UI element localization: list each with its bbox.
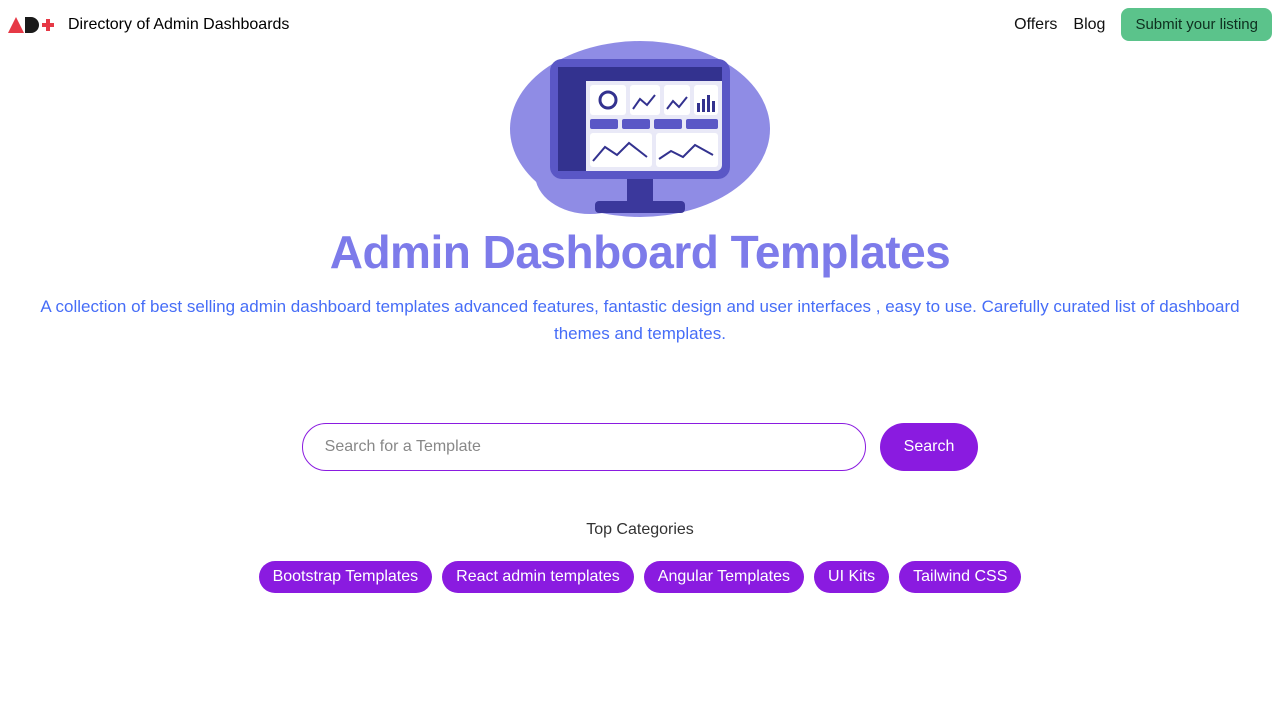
brand-text: Directory of Admin Dashboards [68,16,289,34]
category-pill[interactable]: UI Kits [814,561,889,593]
site-logo[interactable] [8,15,54,35]
page-title: Admin Dashboard Templates [330,225,951,279]
category-pill[interactable]: React admin templates [442,561,634,593]
category-pill[interactable]: Bootstrap Templates [259,561,433,593]
logo-icon [8,15,54,35]
submit-listing-button[interactable]: Submit your listing [1121,8,1272,41]
search-button[interactable]: Search [880,423,979,471]
hero-illustration [495,29,785,229]
top-categories-heading: Top Categories [586,521,694,539]
nav-offers[interactable]: Offers [1014,16,1057,34]
category-pill[interactable]: Tailwind CSS [899,561,1021,593]
page-subtitle: A collection of best selling admin dashb… [35,293,1245,347]
category-pill[interactable]: Angular Templates [644,561,804,593]
search-input[interactable] [302,423,866,471]
categories-row: Bootstrap Templates React admin template… [259,561,1022,593]
search-row: Search [302,423,979,471]
nav-blog[interactable]: Blog [1073,16,1105,34]
hero: Admin Dashboard Templates A collection o… [0,29,1280,593]
nav-links: Offers Blog Submit your listing [1014,8,1272,41]
